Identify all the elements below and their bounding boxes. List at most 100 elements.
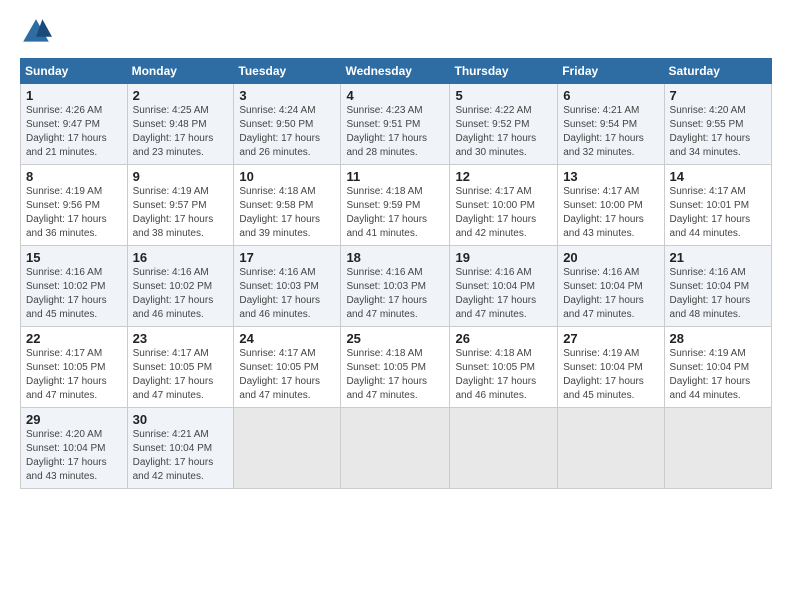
day-number: 24: [239, 331, 335, 346]
day-info: Sunrise: 4:21 AM Sunset: 10:04 PM Daylig…: [133, 428, 229, 484]
calendar-cell: 30Sunrise: 4:21 AM Sunset: 10:04 PM Dayl…: [127, 408, 234, 489]
day-info: Sunrise: 4:16 AM Sunset: 10:04 PM Daylig…: [455, 266, 552, 322]
calendar-week-row: 8Sunrise: 4:19 AM Sunset: 9:56 PM Daylig…: [21, 165, 772, 246]
day-info: Sunrise: 4:26 AM Sunset: 9:47 PM Dayligh…: [26, 104, 122, 160]
day-info: Sunrise: 4:16 AM Sunset: 10:04 PM Daylig…: [670, 266, 766, 322]
weekday-header: Friday: [558, 59, 664, 84]
day-number: 25: [346, 331, 444, 346]
day-info: Sunrise: 4:17 AM Sunset: 10:05 PM Daylig…: [26, 347, 122, 403]
day-number: 17: [239, 250, 335, 265]
day-number: 16: [133, 250, 229, 265]
calendar-cell: 13Sunrise: 4:17 AM Sunset: 10:00 PM Dayl…: [558, 165, 664, 246]
day-info: Sunrise: 4:17 AM Sunset: 10:05 PM Daylig…: [239, 347, 335, 403]
calendar-cell: 4Sunrise: 4:23 AM Sunset: 9:51 PM Daylig…: [341, 84, 450, 165]
calendar-week-row: 22Sunrise: 4:17 AM Sunset: 10:05 PM Dayl…: [21, 327, 772, 408]
day-number: 23: [133, 331, 229, 346]
day-number: 18: [346, 250, 444, 265]
day-info: Sunrise: 4:22 AM Sunset: 9:52 PM Dayligh…: [455, 104, 552, 160]
calendar-cell: 23Sunrise: 4:17 AM Sunset: 10:05 PM Dayl…: [127, 327, 234, 408]
day-number: 8: [26, 169, 122, 184]
calendar-cell: 19Sunrise: 4:16 AM Sunset: 10:04 PM Dayl…: [450, 246, 558, 327]
day-number: 21: [670, 250, 766, 265]
weekday-header: Tuesday: [234, 59, 341, 84]
day-info: Sunrise: 4:18 AM Sunset: 9:59 PM Dayligh…: [346, 185, 444, 241]
calendar-cell: 3Sunrise: 4:24 AM Sunset: 9:50 PM Daylig…: [234, 84, 341, 165]
day-number: 1: [26, 88, 122, 103]
logo-icon: [20, 16, 52, 48]
calendar-cell: 24Sunrise: 4:17 AM Sunset: 10:05 PM Dayl…: [234, 327, 341, 408]
day-number: 13: [563, 169, 658, 184]
day-info: Sunrise: 4:19 AM Sunset: 10:04 PM Daylig…: [670, 347, 766, 403]
calendar-cell: 21Sunrise: 4:16 AM Sunset: 10:04 PM Dayl…: [664, 246, 771, 327]
day-info: Sunrise: 4:23 AM Sunset: 9:51 PM Dayligh…: [346, 104, 444, 160]
weekday-header: Monday: [127, 59, 234, 84]
day-number: 28: [670, 331, 766, 346]
calendar-cell: [664, 408, 771, 489]
day-number: 15: [26, 250, 122, 265]
day-info: Sunrise: 4:16 AM Sunset: 10:03 PM Daylig…: [346, 266, 444, 322]
day-number: 4: [346, 88, 444, 103]
day-number: 12: [455, 169, 552, 184]
calendar-cell: 2Sunrise: 4:25 AM Sunset: 9:48 PM Daylig…: [127, 84, 234, 165]
day-number: 30: [133, 412, 229, 427]
calendar-cell: 11Sunrise: 4:18 AM Sunset: 9:59 PM Dayli…: [341, 165, 450, 246]
day-info: Sunrise: 4:17 AM Sunset: 10:00 PM Daylig…: [455, 185, 552, 241]
logo: [20, 16, 56, 48]
weekday-header: Thursday: [450, 59, 558, 84]
day-number: 22: [26, 331, 122, 346]
calendar-header-row: SundayMondayTuesdayWednesdayThursdayFrid…: [21, 59, 772, 84]
day-info: Sunrise: 4:20 AM Sunset: 9:55 PM Dayligh…: [670, 104, 766, 160]
calendar-cell: 14Sunrise: 4:17 AM Sunset: 10:01 PM Dayl…: [664, 165, 771, 246]
calendar-cell: 8Sunrise: 4:19 AM Sunset: 9:56 PM Daylig…: [21, 165, 128, 246]
day-info: Sunrise: 4:19 AM Sunset: 9:56 PM Dayligh…: [26, 185, 122, 241]
calendar-cell: 26Sunrise: 4:18 AM Sunset: 10:05 PM Dayl…: [450, 327, 558, 408]
day-info: Sunrise: 4:18 AM Sunset: 10:05 PM Daylig…: [455, 347, 552, 403]
day-info: Sunrise: 4:18 AM Sunset: 9:58 PM Dayligh…: [239, 185, 335, 241]
day-number: 20: [563, 250, 658, 265]
calendar-cell: 18Sunrise: 4:16 AM Sunset: 10:03 PM Dayl…: [341, 246, 450, 327]
calendar-week-row: 15 Sunrise: 4:16 AM Sunset: 10:02 PM Dayl…: [21, 246, 772, 327]
header: [20, 16, 772, 48]
day-info: Sunrise: 4:21 AM Sunset: 9:54 PM Dayligh…: [563, 104, 658, 160]
day-info: Sunrise: 4:16 AM Sunset: 10:02 PM Daylig…: [133, 266, 229, 322]
calendar-cell: 10Sunrise: 4:18 AM Sunset: 9:58 PM Dayli…: [234, 165, 341, 246]
day-info: Sunrise: 4:17 AM Sunset: 10:05 PM Daylig…: [133, 347, 229, 403]
calendar-cell: 16Sunrise: 4:16 AM Sunset: 10:02 PM Dayl…: [127, 246, 234, 327]
calendar-cell: [558, 408, 664, 489]
calendar-cell: 5Sunrise: 4:22 AM Sunset: 9:52 PM Daylig…: [450, 84, 558, 165]
calendar-cell: 22Sunrise: 4:17 AM Sunset: 10:05 PM Dayl…: [21, 327, 128, 408]
calendar-cell: 27Sunrise: 4:19 AM Sunset: 10:04 PM Dayl…: [558, 327, 664, 408]
day-info: Sunrise: 4:17 AM Sunset: 10:00 PM Daylig…: [563, 185, 658, 241]
day-number: 27: [563, 331, 658, 346]
calendar-cell: [341, 408, 450, 489]
calendar-cell: [234, 408, 341, 489]
day-info: Sunrise: 4:16 AM Sunset: 10:04 PM Daylig…: [563, 266, 658, 322]
day-number: 19: [455, 250, 552, 265]
day-number: 6: [563, 88, 658, 103]
calendar-week-row: 29Sunrise: 4:20 AM Sunset: 10:04 PM Dayl…: [21, 408, 772, 489]
day-number: 7: [670, 88, 766, 103]
calendar-cell: 20Sunrise: 4:16 AM Sunset: 10:04 PM Dayl…: [558, 246, 664, 327]
day-number: 14: [670, 169, 766, 184]
day-info: Sunrise: 4:24 AM Sunset: 9:50 PM Dayligh…: [239, 104, 335, 160]
calendar-cell: 17Sunrise: 4:16 AM Sunset: 10:03 PM Dayl…: [234, 246, 341, 327]
day-info: Sunrise: 4:25 AM Sunset: 9:48 PM Dayligh…: [133, 104, 229, 160]
day-number: 2: [133, 88, 229, 103]
weekday-header: Sunday: [21, 59, 128, 84]
calendar-cell: 7Sunrise: 4:20 AM Sunset: 9:55 PM Daylig…: [664, 84, 771, 165]
day-info: Sunrise: 4:20 AM Sunset: 10:04 PM Daylig…: [26, 428, 122, 484]
day-number: 9: [133, 169, 229, 184]
calendar-cell: 6Sunrise: 4:21 AM Sunset: 9:54 PM Daylig…: [558, 84, 664, 165]
calendar-cell: 1Sunrise: 4:26 AM Sunset: 9:47 PM Daylig…: [21, 84, 128, 165]
calendar-cell: 9Sunrise: 4:19 AM Sunset: 9:57 PM Daylig…: [127, 165, 234, 246]
day-number: 10: [239, 169, 335, 184]
day-number: 5: [455, 88, 552, 103]
day-info: Sunrise: 4:18 AM Sunset: 10:05 PM Daylig…: [346, 347, 444, 403]
day-number: 3: [239, 88, 335, 103]
day-number: 11: [346, 169, 444, 184]
calendar-cell: 29Sunrise: 4:20 AM Sunset: 10:04 PM Dayl…: [21, 408, 128, 489]
day-info: Sunrise: 4:17 AM Sunset: 10:01 PM Daylig…: [670, 185, 766, 241]
calendar-cell: 25Sunrise: 4:18 AM Sunset: 10:05 PM Dayl…: [341, 327, 450, 408]
page: SundayMondayTuesdayWednesdayThursdayFrid…: [0, 0, 792, 612]
weekday-header: Wednesday: [341, 59, 450, 84]
